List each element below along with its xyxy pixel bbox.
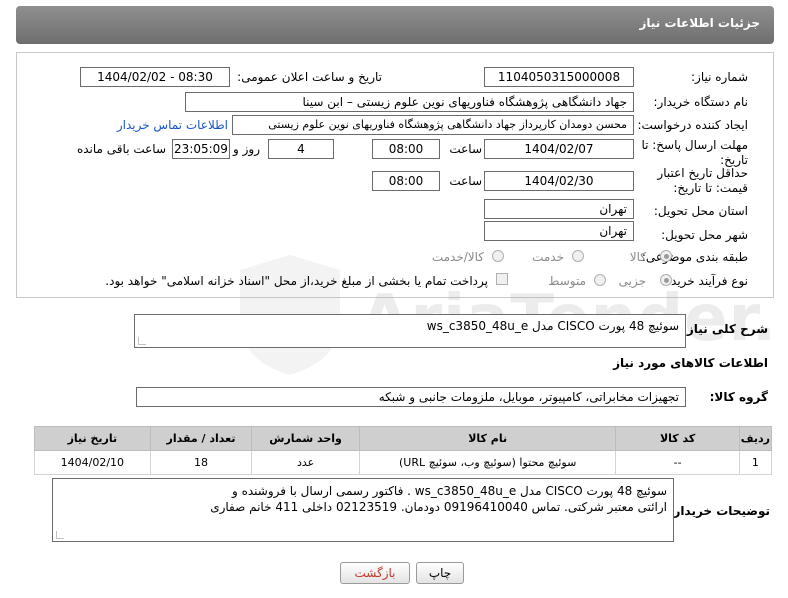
col-code-header: کد کالا [615, 426, 740, 451]
goods-info-title: اطلاعات کالاهای مورد نیاز [613, 356, 768, 370]
col-row-header: ردیف [738, 426, 773, 451]
category-label: طبقه بندی موضوعی: [641, 250, 748, 264]
col-name-header: نام کالا [358, 426, 617, 451]
need-number-label: شماره نیاز: [691, 70, 748, 84]
cell-code: -- [615, 450, 740, 475]
back-button[interactable]: بازگشت [340, 562, 410, 584]
page-header: جزئیات اطلاعات نیاز [16, 6, 774, 44]
buyer-notes-line1: سوئیچ 48 پورت CISCO مدل ws_c3850_48u_e .… [231, 484, 667, 498]
buyer-label: نام دستگاه خریدار: [653, 95, 749, 109]
goods-group-label: گروه کالا: [709, 390, 768, 404]
buyer-notes-label: توضیحات خریدار: [668, 504, 770, 518]
remaining-time-label: ساعت باقی مانده [76, 142, 166, 156]
need-number-field: 1104050315000008 [484, 67, 634, 87]
category-radio-goods[interactable] [660, 250, 672, 262]
reply-deadline-label: مهلت ارسال پاسخ: تا تاریخ: [641, 138, 748, 167]
process-label: نوع فرآیند خرید : [663, 274, 748, 288]
days-remaining-field: 4 [268, 139, 334, 159]
announce-field: 1404/02/02 - 08:30 [80, 67, 230, 87]
cell-qty: 18 [149, 450, 253, 475]
price-time-label: ساعت [449, 174, 482, 188]
category-radio-goods-service[interactable] [492, 250, 504, 262]
province-label: استان محل تحویل: [653, 204, 748, 218]
cell-name: سوئیچ محتوا (سوئیچ وب، سوئیچ URL) [358, 450, 617, 475]
days-label: روز و [233, 142, 260, 156]
table-row: 1 -- سوئیچ محتوا (سوئیچ وب، سوئیچ URL) ع… [34, 450, 773, 475]
description-text: سوئیچ 48 پورت CISCO مدل ws_c3850_48u_e [426, 319, 679, 333]
cell-date: 1404/02/10 [34, 450, 151, 475]
city-field: تهران [484, 221, 634, 241]
reply-date-field: 1404/02/07 [484, 139, 634, 159]
cell-unit: عدد [251, 450, 360, 475]
col-qty-header: تعداد / مقدار [149, 426, 253, 451]
table-header-row: ردیف کد کالا نام کالا واحد شمارش تعداد /… [34, 426, 773, 451]
cell-row: 1 [738, 450, 773, 475]
creator-field: محسن دومدان کارپرداز جهاد دانشگاهی پژوهش… [232, 115, 634, 135]
announce-label: تاریخ و ساعت اعلان عمومی: [237, 70, 382, 84]
process-radio-medium[interactable] [594, 274, 606, 286]
remaining-time-field: 23:05:09 [172, 139, 230, 159]
process-radio-minor[interactable] [660, 274, 672, 286]
items-table: ردیف کد کالا نام کالا واحد شمارش تعداد /… [34, 426, 773, 475]
buyer-field: جهاد دانشگاهی پژوهشگاه فناوریهای نوین عل… [185, 92, 634, 112]
col-date-header: تاریخ نیاز [34, 426, 151, 451]
price-date-field: 1404/02/30 [484, 171, 634, 191]
description-textarea[interactable]: سوئیچ 48 پورت CISCO مدل ws_c3850_48u_e [134, 314, 686, 348]
buyer-notes-line2: ارائتی معتبر شرکتی. تماس 09196410040 دود… [210, 500, 667, 514]
col-unit-header: واحد شمارش [251, 426, 360, 451]
payment-note: پرداخت تمام یا بخشی از مبلغ خرید،از محل … [105, 274, 488, 288]
creator-label: ایجاد کننده درخواست: [637, 118, 748, 132]
category-option-service: خدمت [532, 250, 564, 264]
category-option-goods-service: کالا/خدمت [431, 250, 484, 264]
province-field: تهران [484, 199, 634, 219]
buyer-contact-link[interactable]: اطلاعات تماس خریدار [117, 118, 228, 132]
process-option-minor: جزیی [618, 274, 646, 288]
buyer-notes-textarea[interactable]: سوئیچ 48 پورت CISCO مدل ws_c3850_48u_e .… [52, 478, 674, 542]
reply-time-label: ساعت [449, 142, 482, 156]
resize-handle-icon[interactable] [56, 531, 64, 539]
page-title: جزئیات اطلاعات نیاز [639, 16, 760, 30]
resize-handle-icon[interactable] [138, 337, 146, 345]
category-option-goods: کالا [629, 250, 646, 264]
category-radio-service[interactable] [572, 250, 584, 262]
price-deadline-label: حداقل تاریخ اعتبار قیمت: تا تاریخ: [657, 166, 748, 195]
goods-group-field: تجهیزات مخابراتی، کامپیوتر، موبایل، ملزو… [136, 387, 686, 407]
reply-time-field: 08:00 [372, 139, 440, 159]
price-time-field: 08:00 [372, 171, 440, 191]
city-label: شهر محل تحویل: [661, 228, 748, 242]
print-button[interactable]: چاپ [416, 562, 464, 584]
payment-treasury-checkbox[interactable] [496, 273, 508, 285]
process-option-medium: متوسط [548, 274, 586, 288]
description-label: شرح کلی نیاز: [682, 322, 768, 336]
